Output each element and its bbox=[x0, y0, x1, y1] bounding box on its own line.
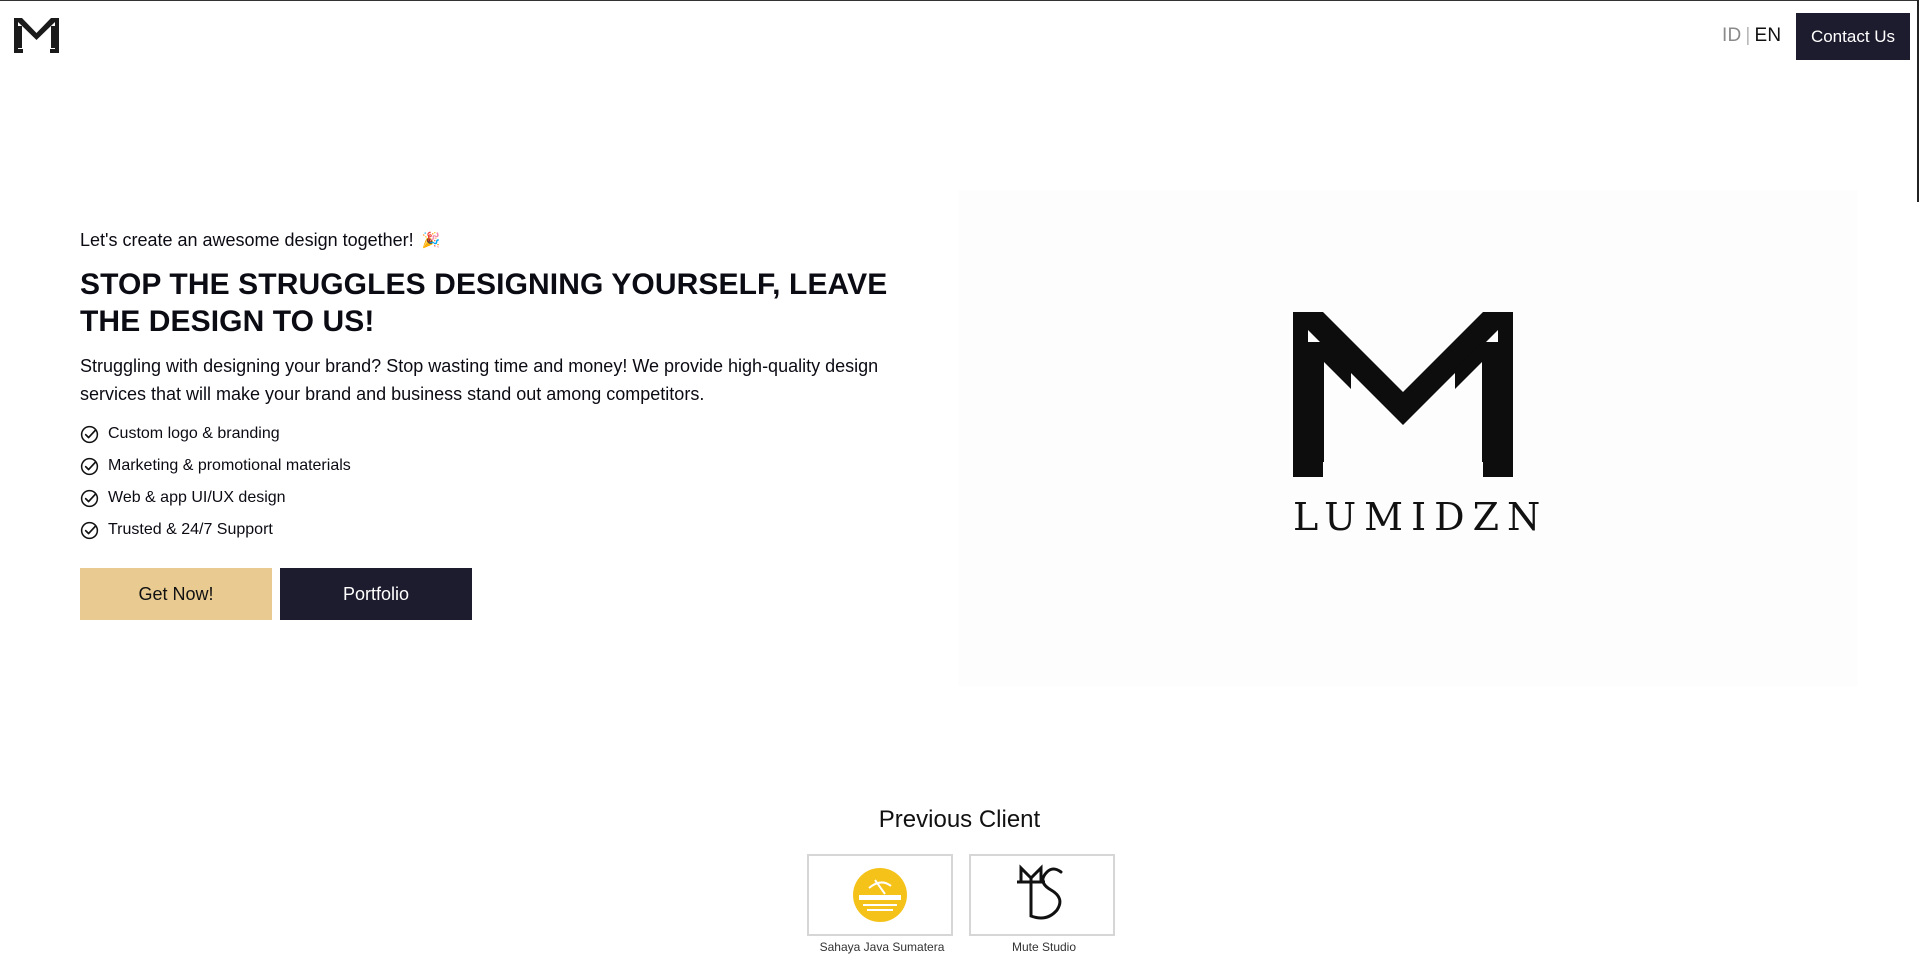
client-sun-logo-icon bbox=[853, 868, 907, 922]
hero-kicker: Let's create an awesome design together!… bbox=[80, 228, 940, 252]
feature-item: Trusted & 24/7 Support bbox=[80, 514, 940, 546]
feature-label: Trusted & 24/7 Support bbox=[108, 521, 273, 538]
feature-label: Custom logo & branding bbox=[108, 425, 280, 442]
client-name: Sahaya Java Sumatera bbox=[819, 940, 945, 954]
client-ms-logo-icon bbox=[1017, 864, 1063, 920]
check-circle-icon bbox=[80, 425, 99, 443]
hero-text-section: Let's create an awesome design together!… bbox=[80, 228, 940, 546]
top-border bbox=[0, 0, 1919, 1]
feature-list: Custom logo & branding Marketing & promo… bbox=[80, 418, 940, 546]
hero-brand-image: LUMIDZN bbox=[958, 190, 1858, 686]
check-circle-icon bbox=[80, 457, 99, 475]
language-separator: | bbox=[1745, 25, 1751, 46]
client-card[interactable]: Mute Studio bbox=[969, 854, 1115, 954]
feature-item: Custom logo & branding bbox=[80, 418, 940, 450]
feature-label: Web & app UI/UX design bbox=[108, 489, 286, 506]
previous-client-title: Previous Client bbox=[878, 806, 1041, 833]
contact-us-button[interactable]: Contact Us bbox=[1796, 13, 1910, 60]
feature-label: Marketing & promotional materials bbox=[108, 457, 351, 474]
feature-item: Marketing & promotional materials bbox=[80, 450, 940, 482]
feature-item: Web & app UI/UX design bbox=[80, 482, 940, 514]
client-card[interactable]: Sahaya Java Sumatera bbox=[807, 854, 953, 954]
language-id-link[interactable]: ID bbox=[1722, 25, 1741, 46]
check-circle-icon bbox=[80, 489, 99, 507]
brand-logo-icon bbox=[1293, 312, 1513, 477]
language-switcher: ID | EN bbox=[1722, 25, 1781, 47]
hero-description: Struggling with designing your brand? St… bbox=[80, 356, 879, 404]
hero-kicker-text: Let's create an awesome design together! bbox=[80, 229, 414, 250]
party-popper-icon: 🎉 bbox=[421, 232, 441, 249]
portfolio-button[interactable]: Portfolio bbox=[280, 568, 472, 620]
get-now-button[interactable]: Get Now! bbox=[80, 568, 272, 620]
language-en-link[interactable]: EN bbox=[1755, 25, 1782, 46]
check-circle-icon bbox=[80, 521, 99, 539]
hero-headline: STOP THE STRUGGLES DESIGNING YOURSELF, L… bbox=[80, 268, 888, 338]
hero-actions: Get Now! Portfolio bbox=[80, 568, 472, 620]
client-logos: Sahaya Java Sumatera Mute Studio bbox=[807, 854, 1115, 954]
brand-wordmark: LUMIDZN bbox=[1293, 495, 1549, 539]
client-name: Mute Studio bbox=[1011, 940, 1077, 954]
brand-logo-icon[interactable] bbox=[14, 18, 59, 54]
